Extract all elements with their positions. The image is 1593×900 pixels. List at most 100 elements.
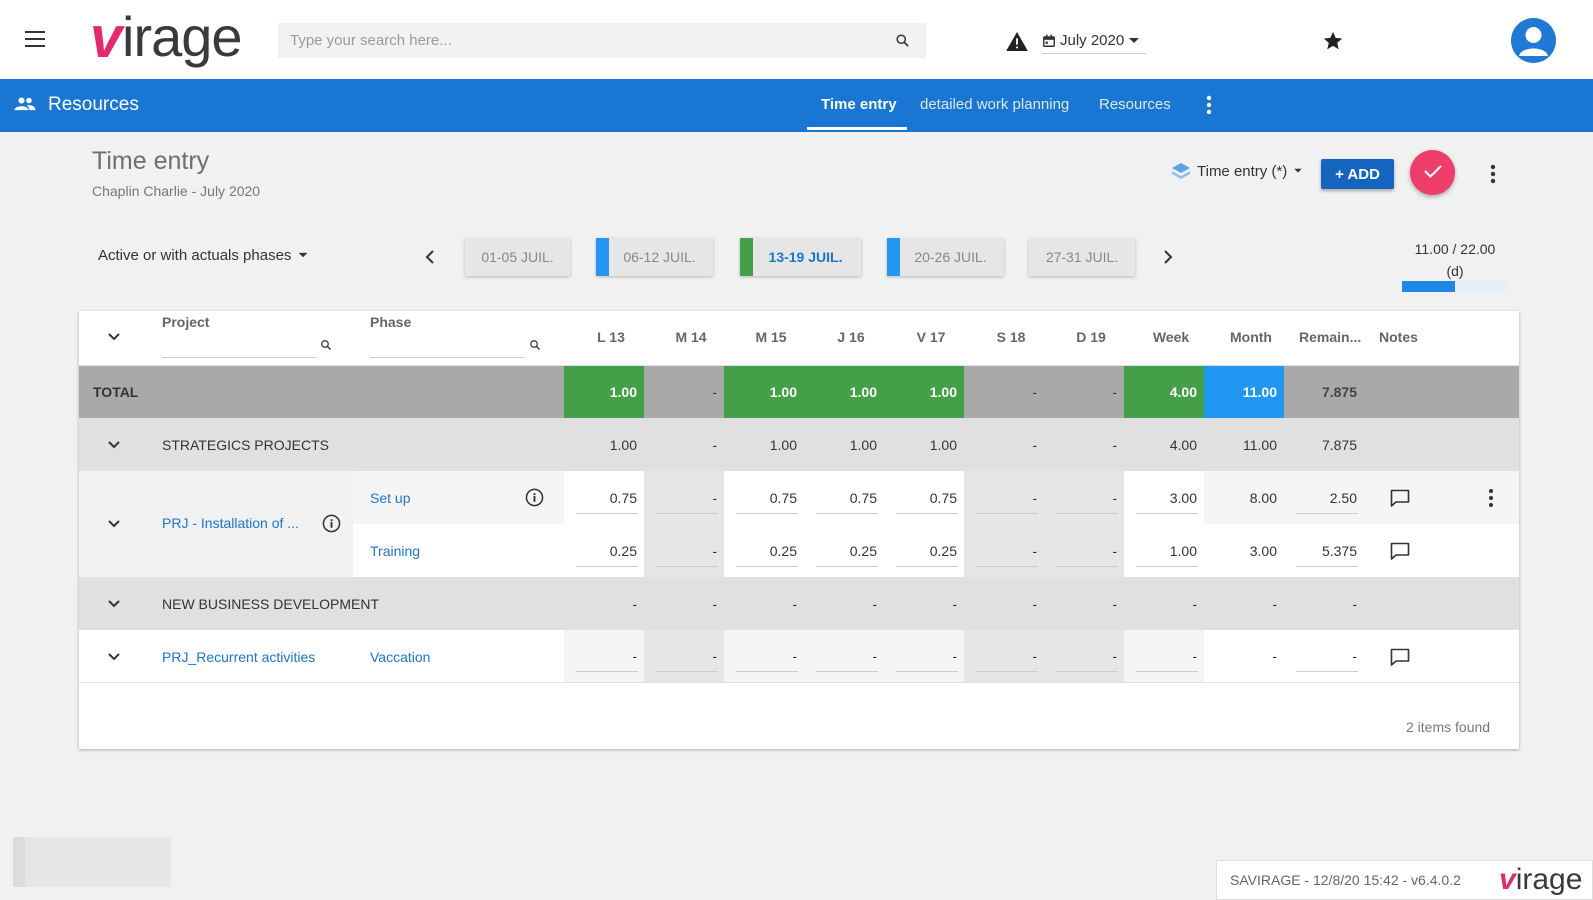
chevron-down-icon[interactable] (108, 441, 120, 449)
cell-underline (1056, 513, 1118, 514)
time-entry-cell[interactable]: 0.25 (884, 524, 964, 577)
time-entry-cell[interactable]: - (1044, 524, 1124, 577)
cell-underline (1296, 566, 1358, 567)
bottom-left-panel (13, 837, 171, 887)
group-name: NEW BUSINESS DEVELOPMENT (162, 595, 380, 612)
phase-link[interactable]: Training (370, 543, 420, 559)
time-entry-cell[interactable]: 0.25 (804, 524, 884, 577)
chevron-down-icon[interactable] (108, 333, 120, 341)
time-entry-cell[interactable]: 0.25 (564, 524, 644, 577)
time-entry-cell[interactable]: - (724, 630, 804, 682)
search-input[interactable] (278, 23, 858, 58)
time-entry-cell[interactable]: 0.25 (724, 524, 804, 577)
week-total-cell[interactable]: 1.00 (1124, 524, 1204, 577)
more-vert-icon[interactable] (1490, 164, 1496, 184)
logo-text: irage (1515, 863, 1583, 896)
column-header-month: Month (1230, 329, 1272, 345)
view-selector[interactable]: Time entry (*) (1171, 162, 1303, 180)
chevron-down-icon[interactable] (108, 653, 120, 661)
chevron-right-icon[interactable] (1163, 250, 1173, 264)
comment-icon[interactable] (1390, 489, 1410, 508)
favorite-star-icon[interactable] (1322, 30, 1344, 52)
month-total-cell: - (1272, 648, 1277, 664)
items-found-count: 2 items found (1406, 719, 1491, 735)
time-entry-cell[interactable]: - (884, 630, 964, 682)
cell-underline (1136, 671, 1198, 672)
page-subtitle: Chaplin Charlie - July 2020 (92, 183, 261, 199)
warning-icon[interactable] (1006, 32, 1028, 51)
view-selector-label: Time entry (*) (1197, 162, 1288, 180)
remaining-cell[interactable]: - (1284, 630, 1364, 682)
phase-link[interactable]: Vaccation (370, 649, 430, 665)
comment-icon[interactable] (1390, 648, 1410, 667)
phase-filter-input[interactable] (370, 337, 520, 357)
time-entry-cell[interactable]: - (1044, 471, 1124, 524)
layers-icon (1172, 163, 1190, 179)
phase-filter-dropdown[interactable]: Active or with actuals phases (98, 247, 309, 264)
time-entry-cell[interactable]: 0.75 (724, 471, 804, 524)
time-entry-cell[interactable]: 0.75 (564, 471, 644, 524)
footer-logo: virage (1499, 863, 1582, 897)
chevron-left-icon[interactable] (425, 250, 435, 264)
add-button[interactable]: + ADD (1321, 159, 1394, 189)
column-header-day: J 16 (837, 329, 865, 345)
chevron-down-icon[interactable] (108, 600, 120, 608)
phase-link[interactable]: Set up (370, 490, 410, 506)
logo-text: irage (122, 5, 243, 68)
week-chip-13-19[interactable]: 13-19 JUIL. (740, 238, 861, 276)
tab-detailed-work-planning[interactable]: detailed work planning (920, 96, 1069, 113)
hamburger-menu-icon[interactable] (25, 31, 45, 47)
week-total-cell[interactable]: 3.00 (1124, 471, 1204, 524)
column-header-phase[interactable]: Phase (370, 314, 411, 330)
section-nav-bar: Resources Time entry detailed work plann… (0, 79, 1593, 132)
more-vert-icon[interactable] (1488, 488, 1494, 508)
tab-time-entry[interactable]: Time entry (821, 96, 897, 113)
cell-underline (1296, 671, 1358, 672)
group-month-cell: - (1272, 595, 1277, 612)
cell-underline (736, 513, 798, 514)
logo-v: v (90, 5, 122, 70)
phase-filter-underline (370, 357, 525, 358)
info-icon[interactable] (525, 488, 544, 507)
user-avatar[interactable] (1511, 18, 1556, 63)
search-icon[interactable] (529, 339, 541, 351)
search-icon[interactable] (895, 33, 910, 48)
week-chip-01-05[interactable]: 01-05 JUIL. (465, 238, 570, 276)
cell-value: - (1352, 648, 1357, 664)
time-entry-cell[interactable]: - (564, 630, 644, 682)
time-entry-cell[interactable]: - (644, 471, 724, 524)
remaining-cell[interactable]: 2.50 (1284, 471, 1364, 524)
validate-button[interactable] (1410, 150, 1455, 195)
time-entry-cell[interactable]: - (1044, 630, 1124, 682)
tab-resources[interactable]: Resources (1099, 96, 1171, 113)
week-chip-20-26[interactable]: 20-26 JUIL. (887, 238, 1004, 276)
time-entry-cell[interactable]: - (644, 630, 724, 682)
time-entry-cell[interactable]: - (644, 524, 724, 577)
week-chip-06-12[interactable]: 06-12 JUIL. (596, 238, 713, 276)
project-filter-input[interactable] (162, 337, 312, 357)
more-vert-icon[interactable] (1206, 95, 1212, 115)
group-month-cell: 11.00 (1243, 436, 1277, 453)
remaining-cell[interactable]: 5.375 (1284, 524, 1364, 577)
week-chip-27-31[interactable]: 27-31 JUIL. (1029, 238, 1135, 276)
column-header-project[interactable]: Project (162, 314, 209, 330)
time-entry-cell[interactable]: 0.75 (804, 471, 884, 524)
app-logo[interactable]: v irage (90, 6, 250, 70)
search-icon[interactable] (320, 339, 332, 351)
cell-value: 0.25 (849, 542, 877, 559)
group-name: STRATEGICS PROJECTS (162, 436, 329, 453)
month-picker[interactable]: July 2020 (1042, 28, 1147, 54)
week-total-cell[interactable]: - (1124, 630, 1204, 682)
time-entry-cell[interactable]: - (964, 630, 1044, 682)
comment-icon[interactable] (1390, 542, 1410, 561)
group-day-cell: - (1032, 436, 1037, 453)
time-entry-cell[interactable]: - (804, 630, 884, 682)
week-chip-label: 20-26 JUIL. (914, 249, 987, 265)
project-link[interactable]: PRJ_Recurrent activities (162, 649, 315, 665)
month-total-cell: 8.00 (1249, 489, 1277, 506)
time-entry-cell[interactable]: - (964, 471, 1044, 524)
time-entry-cell[interactable]: - (964, 524, 1044, 577)
cell-value: - (712, 648, 717, 664)
cell-underline (816, 566, 878, 567)
time-entry-cell[interactable]: 0.75 (884, 471, 964, 524)
